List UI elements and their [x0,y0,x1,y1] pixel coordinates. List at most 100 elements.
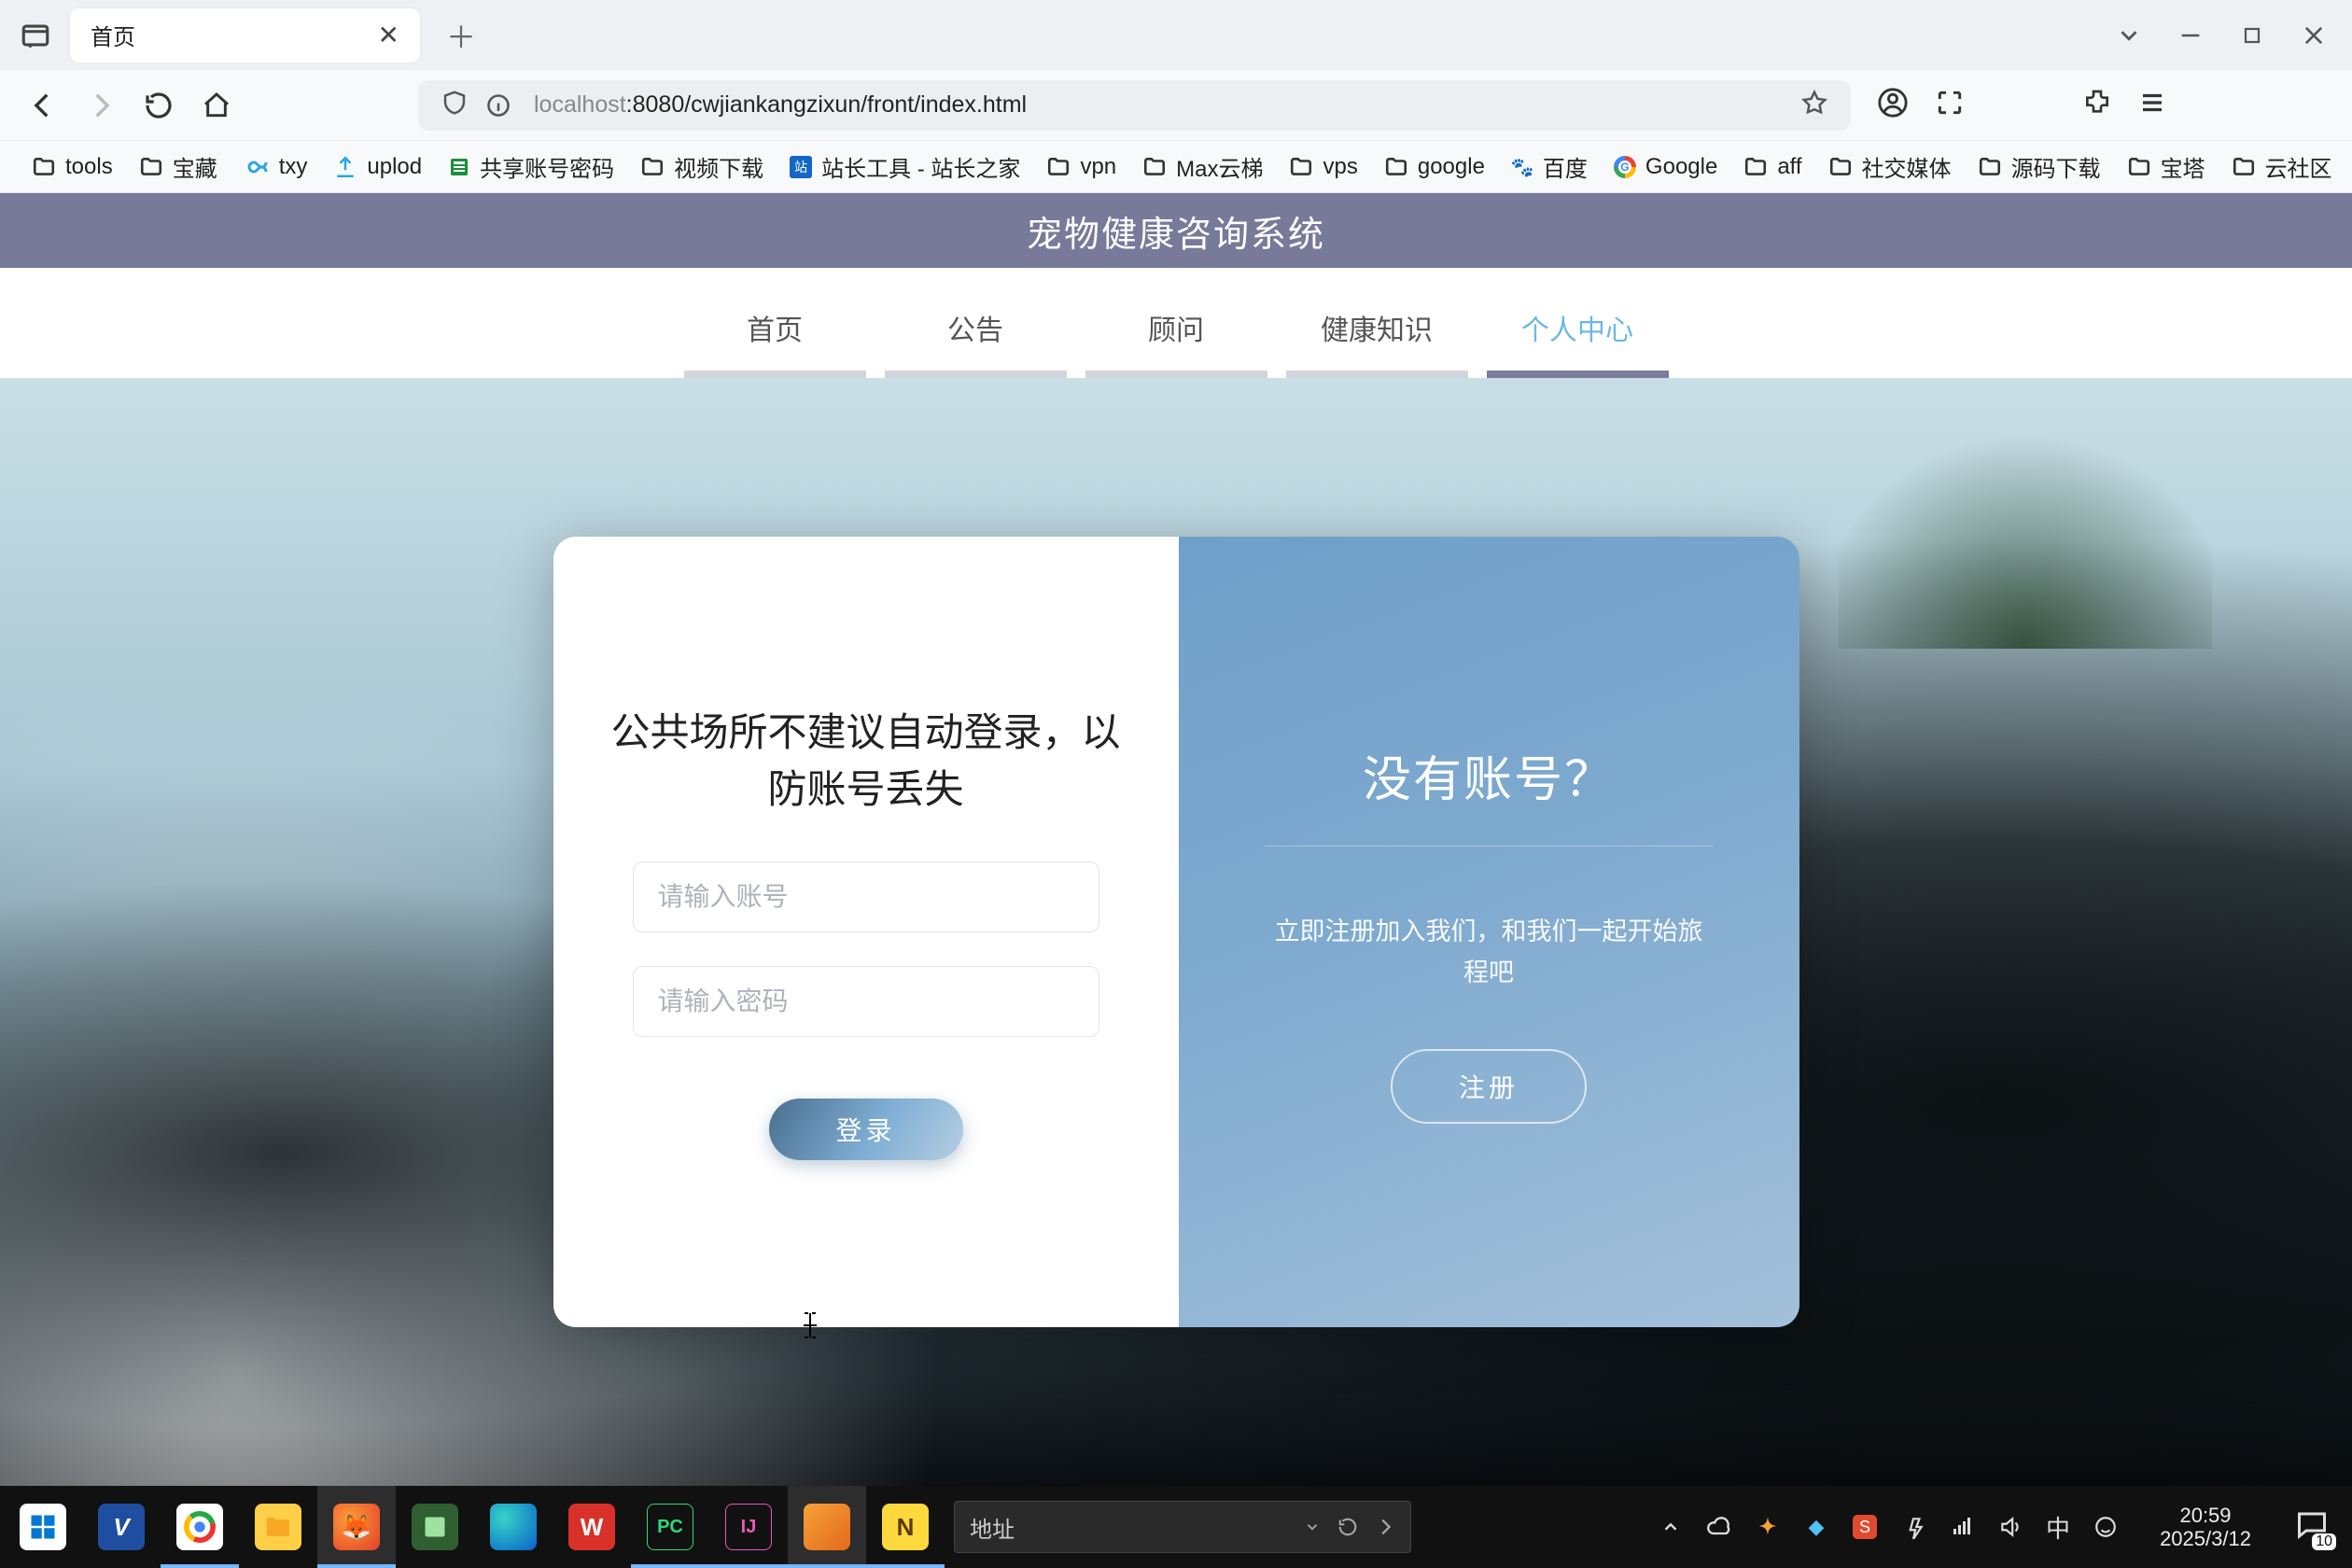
home-button[interactable] [192,81,241,130]
bookmark-label: 云社区 [2265,150,2332,183]
bookmark-label: aff [1777,154,1801,180]
username-input[interactable] [633,861,1099,932]
site-title: 宠物健康咨询系统 [1027,205,1325,257]
app-menu-icon[interactable] [2138,89,2166,121]
bookmark-item[interactable]: vpn [1033,148,1129,186]
bookmark-star-icon[interactable] [1800,89,1828,121]
bookmark-label: 百度 [1543,150,1588,183]
window-maximize-button[interactable] [2223,9,2281,61]
page-viewport: 宠物健康咨询系统 首页公告顾问健康知识个人中心 公共场所不建议自动登录，以防账号… [0,193,2352,1486]
nav-item-underline [684,371,866,378]
all-tabs-button[interactable] [2100,9,2158,61]
window-close-button[interactable] [2285,9,2343,61]
nav-item-label: 首页 [747,307,803,371]
login-button[interactable]: 登录 [769,1099,963,1160]
taskbar-app-firefox[interactable]: 🦊 [317,1486,396,1568]
taskbar-app-explorer[interactable] [239,1486,317,1568]
bookmark-item[interactable]: tools [19,148,126,186]
bookmarks-overflow-icon[interactable] [2345,150,2352,183]
account-icon[interactable] [1877,87,1909,123]
bookmark-label: 共享账号密码 [480,150,614,183]
back-button[interactable] [19,81,67,130]
tray-ime-indicator[interactable]: 中 [2046,1510,2070,1545]
nav-item-underline [1286,371,1468,378]
nav-item[interactable]: 首页 [684,307,866,378]
action-center-button[interactable]: 10 [2275,1486,2348,1568]
tray-overflow-icon[interactable] [1658,1514,1684,1540]
site-info-icon[interactable] [485,92,511,119]
tracking-protection-icon[interactable] [441,89,469,121]
tray-volume-icon[interactable] [1997,1514,2023,1540]
nav-item-underline [1085,371,1267,378]
forward-button[interactable] [77,81,125,130]
nav-item[interactable]: 公告 [885,307,1067,378]
bookmark-label: vpn [1080,154,1116,180]
taskbar-app-edge[interactable] [474,1486,553,1568]
tray-emoji-icon[interactable] [2093,1514,2119,1540]
bookmark-label: 站长工具 - 站长之家 [821,150,1020,183]
nav-item[interactable]: 顾问 [1085,307,1267,378]
clock-date: 2025/3/12 [2160,1527,2251,1550]
bookmark-item[interactable]: 云社区 [2219,148,2345,186]
new-tab-button[interactable]: ＋ [439,13,483,58]
nav-item-label: 公告 [947,307,1003,371]
bookmark-label: 宝塔 [2161,150,2205,183]
tray-cloud-icon[interactable] [1706,1514,1732,1540]
bookmark-item[interactable]: 共享账号密码 [435,148,627,186]
bookmark-item[interactable]: google [1371,148,1498,186]
taskbar-app-intellij[interactable]: IJ [709,1486,788,1568]
bookmark-item[interactable]: 站站长工具 - 站长之家 [777,148,1033,186]
bookmark-item[interactable]: 源码下载 [1965,148,2114,186]
bookmark-item[interactable]: 宝塔 [2114,148,2219,186]
taskbar-app-pycharm[interactable]: PC [631,1486,709,1568]
bookmark-item[interactable]: uplod [320,148,435,186]
register-divider [1265,846,1713,847]
taskbar-address-chips [1304,1517,1395,1537]
tab-strip: 首页 ✕ ＋ [0,0,2352,70]
screenshot-icon[interactable] [1935,88,1965,122]
tray-sogou-icon[interactable]: S [1852,1514,1878,1540]
bookmark-label: 社交媒体 [1862,150,1952,183]
bookmark-item[interactable]: txy [231,148,321,186]
bookmark-item[interactable]: vps [1276,148,1370,186]
tab-active[interactable]: 首页 ✕ [70,8,420,63]
tray-security-icon[interactable]: ◆ [1803,1514,1829,1540]
taskbar-app-chrome[interactable] [161,1486,239,1568]
taskbar-app-orange[interactable] [788,1486,866,1568]
bookmark-item[interactable]: 视频下载 [627,148,777,186]
extensions-icon[interactable] [2082,88,2112,122]
register-button[interactable]: 注册 [1391,1049,1587,1124]
password-input[interactable] [633,966,1099,1037]
taskbar-app-image[interactable] [396,1486,474,1568]
tab-title: 首页 [91,19,135,51]
tab-close-button[interactable]: ✕ [378,20,399,50]
bookmark-item[interactable]: GGoogle [1601,148,1730,186]
nav-item[interactable]: 个人中心 [1487,307,1669,378]
bookmark-label: tools [65,154,113,180]
bookmark-item[interactable]: Max云梯 [1129,148,1276,186]
bookmark-item[interactable]: 🐾百度 [1498,148,1601,186]
reload-button[interactable] [134,81,183,130]
address-bar[interactable]: localhost:8080/cwjiankangzixun/front/ind… [418,80,1851,131]
taskbar-app-1[interactable]: V [82,1486,161,1568]
bookmark-item[interactable]: 宝藏 [126,148,231,186]
system-tray[interactable]: ✦ ◆ S 中 [1641,1510,2135,1545]
tray-bars-icon[interactable] [1949,1514,1975,1540]
tray-app-a-icon[interactable]: ✦ [1755,1514,1781,1540]
browser-chrome: 首页 ✕ ＋ [0,0,2352,193]
taskbar-address-box[interactable]: 地址 [954,1501,1411,1553]
url-text: localhost:8080/cwjiankangzixun/front/ind… [534,91,1027,119]
nav-item[interactable]: 健康知识 [1286,307,1468,378]
taskbar-app-wps[interactable]: W [553,1486,631,1568]
site-title-banner: 宠物健康咨询系统 [0,193,2352,268]
tray-power-icon[interactable] [1900,1514,1926,1540]
recent-tabs-button[interactable] [9,9,61,61]
taskbar-clock[interactable]: 20:59 2025/3/12 [2135,1504,2275,1551]
start-button[interactable] [4,1486,82,1568]
window-minimize-button[interactable] [2162,9,2219,61]
taskbar-app-yellow[interactable]: N [866,1486,945,1568]
bookmark-item[interactable]: aff [1730,148,1814,186]
bookmark-label: vps [1323,154,1357,180]
bookmark-item[interactable]: 社交媒体 [1815,148,1965,186]
nav-item-label: 顾问 [1148,307,1204,371]
